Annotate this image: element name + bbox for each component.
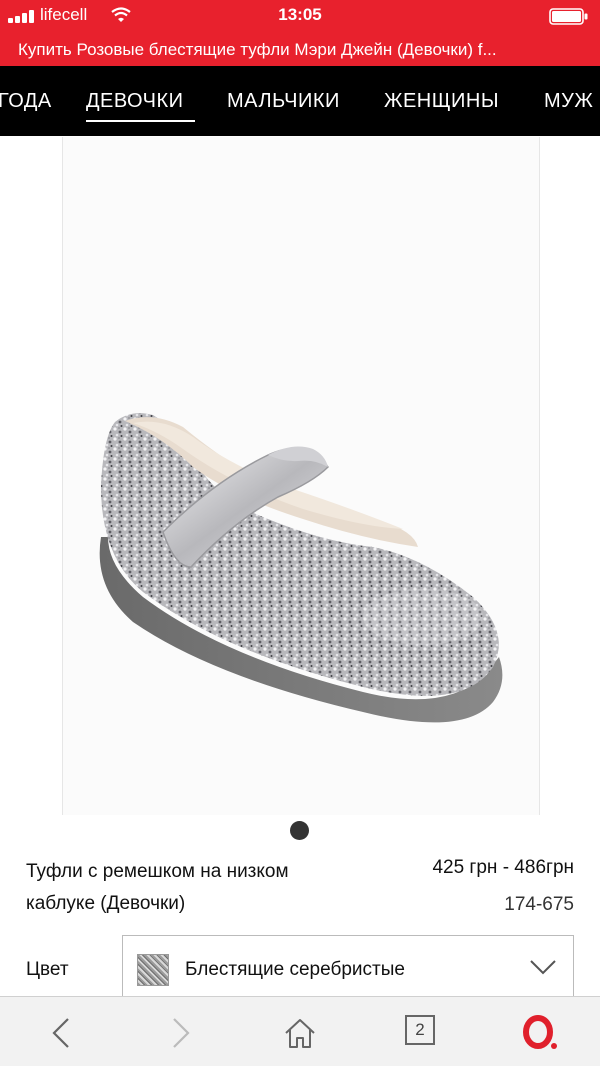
color-select[interactable]: Блестящие серебристые [122, 935, 574, 997]
chevron-down-icon [530, 960, 556, 975]
tabs-button[interactable]: 2 [405, 1015, 435, 1045]
category-nav: ГОДА ДЕВОЧКИ МАЛЬЧИКИ ЖЕНЩИНЫ МУЖ [0, 66, 600, 136]
nav-item-boys[interactable]: МАЛЬЧИКИ [227, 90, 340, 113]
product-image[interactable] [62, 137, 540, 815]
carousel-dot-active[interactable] [290, 821, 309, 840]
nav-active-indicator [86, 120, 195, 122]
clock: 13:05 [278, 5, 322, 24]
home-icon[interactable] [280, 1013, 320, 1053]
browser-header: lifecell 13:05 Купить Розовые блестящие … [0, 0, 600, 66]
opera-menu-icon[interactable] [520, 1013, 560, 1053]
glitter-shoe-image [99, 413, 503, 723]
battery-icon [549, 8, 588, 25]
color-swatch [137, 954, 169, 986]
nav-item-men[interactable]: МУЖ [544, 90, 593, 113]
nav-item-goda[interactable]: ГОДА [0, 90, 52, 113]
forward-arrow-icon[interactable] [160, 1013, 200, 1053]
status-bar: lifecell 13:05 [0, 0, 600, 32]
browser-toolbar: 2 [0, 996, 600, 1066]
back-arrow-icon[interactable] [42, 1013, 82, 1053]
product-name: Туфли с ремешком на низком каблуке (Дево… [26, 861, 289, 914]
page-title[interactable]: Купить Розовые блестящие туфли Мэри Джей… [18, 40, 588, 60]
product-sku: 174-675 [504, 894, 574, 915]
product-price: 425 грн - 486грн [432, 857, 574, 878]
color-label: Цвет [26, 959, 69, 980]
color-select-value: Блестящие серебристые [185, 959, 405, 980]
nav-item-girls[interactable]: ДЕВОЧКИ [86, 90, 184, 113]
nav-item-women[interactable]: ЖЕНЩИНЫ [384, 90, 499, 113]
